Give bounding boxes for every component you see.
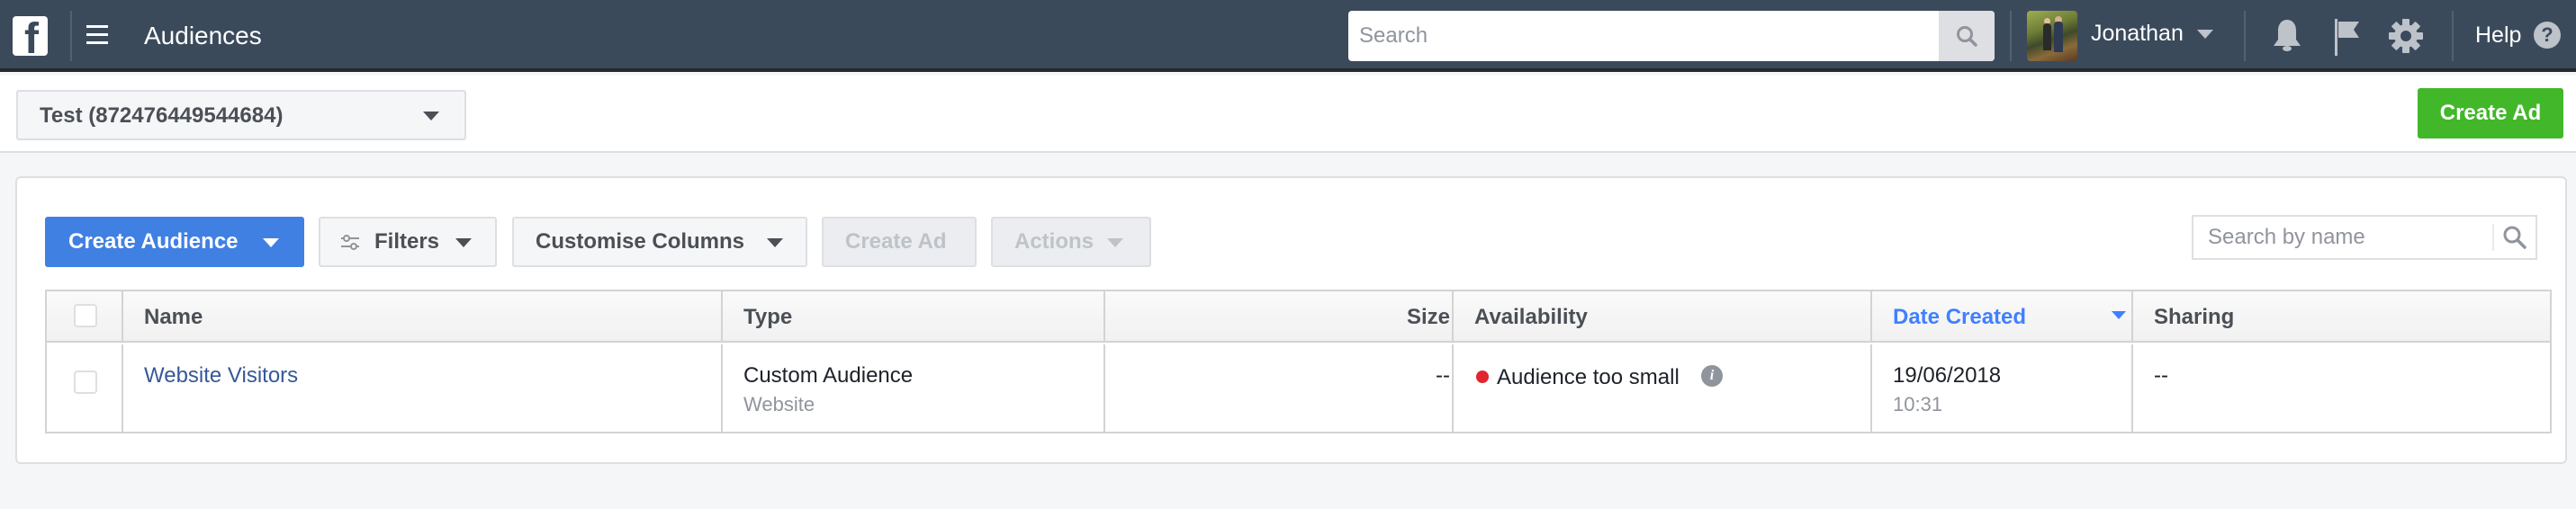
column-divider (1103, 291, 1105, 341)
column-divider (1452, 291, 1454, 341)
row-checkbox[interactable] (74, 371, 97, 394)
audience-type: Custom Audience (743, 363, 914, 388)
search-by-name-input[interactable] (2193, 217, 2490, 258)
sort-descending-icon[interactable] (2112, 311, 2126, 319)
flag-button[interactable] (2328, 16, 2367, 56)
avatar[interactable] (2027, 11, 2077, 61)
gear-icon (2389, 19, 2423, 53)
availability-status: Audience too small (1497, 365, 1680, 389)
divider (2492, 224, 2494, 251)
divider (2452, 11, 2454, 61)
sliders-icon (341, 235, 359, 250)
column-header-availability[interactable]: Availability (1474, 304, 1588, 331)
chevron-down-icon (1107, 238, 1123, 247)
global-search-input[interactable] (1348, 11, 1937, 61)
global-search (1348, 11, 1995, 61)
column-header-sharing[interactable]: Sharing (2154, 304, 2234, 331)
global-search-button[interactable] (1939, 11, 1995, 61)
column-header-size[interactable]: Size (1407, 304, 1450, 331)
status-dot-icon (1476, 371, 1489, 383)
search-icon (1957, 26, 1977, 47)
column-divider (122, 344, 123, 432)
table-row: Website Visitors Custom Audience Website… (47, 344, 2550, 432)
chevron-down-icon (455, 238, 472, 247)
create-audience-label: Create Audience (68, 229, 239, 254)
audiences-table: Name Type Size Availability Date Created… (45, 290, 2552, 433)
column-divider (721, 291, 723, 341)
flag-icon (2335, 16, 2359, 56)
create-ad-toolbar-button[interactable]: Create Ad (822, 217, 977, 267)
divider (70, 11, 72, 61)
filters-label: Filters (374, 229, 440, 254)
filters-button[interactable]: Filters (319, 217, 497, 267)
table-header: Name Type Size Availability Date Created… (47, 291, 2550, 343)
chevron-down-icon (263, 238, 279, 247)
chevron-down-icon[interactable] (2197, 30, 2213, 39)
ad-account-selector[interactable]: Test (872476449544684) (16, 90, 466, 140)
actions-label: Actions (1014, 229, 1094, 254)
column-divider (1870, 291, 1872, 341)
column-divider (2131, 291, 2133, 341)
column-header-date-created[interactable]: Date Created (1893, 304, 2026, 331)
audience-name-link[interactable]: Website Visitors (144, 362, 298, 389)
top-navigation-bar: f Audiences Jonathan (0, 0, 2576, 72)
sharing-status: -- (2154, 363, 2168, 388)
notifications-button[interactable] (2267, 16, 2307, 56)
column-header-type[interactable]: Type (743, 304, 792, 331)
bell-icon (2274, 20, 2301, 51)
select-all-checkbox[interactable] (74, 304, 97, 327)
settings-button[interactable] (2386, 16, 2426, 56)
facebook-logo-glyph: f (24, 16, 39, 57)
audiences-panel: Create Audience Filters Customise Column… (15, 176, 2567, 464)
audience-size: -- (1436, 363, 1450, 388)
date-created: 19/06/2018 (1893, 363, 2002, 388)
column-divider (122, 291, 123, 341)
hamburger-menu-icon[interactable] (86, 25, 108, 47)
column-divider (1452, 344, 1454, 432)
customise-columns-button[interactable]: Customise Columns (512, 217, 807, 267)
create-ad-label: Create Ad (845, 229, 947, 254)
account-bar: Test (872476449544684) Create Ad (0, 76, 2576, 153)
column-divider (1103, 344, 1105, 432)
divider (2010, 11, 2012, 61)
create-audience-button[interactable]: Create Audience (45, 217, 304, 267)
facebook-logo-icon[interactable]: f (13, 16, 48, 56)
column-divider (721, 344, 723, 432)
app-title: Audiences (144, 22, 262, 49)
customise-columns-label: Customise Columns (536, 229, 745, 254)
help-icon[interactable]: ? (2534, 22, 2561, 49)
column-header-name[interactable]: Name (144, 304, 203, 331)
info-icon[interactable]: i (1701, 365, 1723, 387)
help-link[interactable]: Help (2475, 20, 2521, 50)
search-icon[interactable] (2501, 224, 2528, 251)
create-ad-button[interactable]: Create Ad (2418, 88, 2563, 138)
chevron-down-icon (767, 238, 783, 247)
column-divider (1870, 344, 1872, 432)
time-created: 10:31 (1893, 393, 1943, 415)
actions-button[interactable]: Actions (991, 217, 1151, 267)
search-by-name (2192, 215, 2537, 260)
chevron-down-icon (423, 112, 439, 121)
column-divider (2131, 344, 2133, 432)
ad-account-label: Test (872476449544684) (40, 103, 284, 128)
divider (2244, 11, 2246, 61)
user-name[interactable]: Jonathan (2091, 18, 2184, 49)
audience-subtype: Website (743, 393, 815, 415)
